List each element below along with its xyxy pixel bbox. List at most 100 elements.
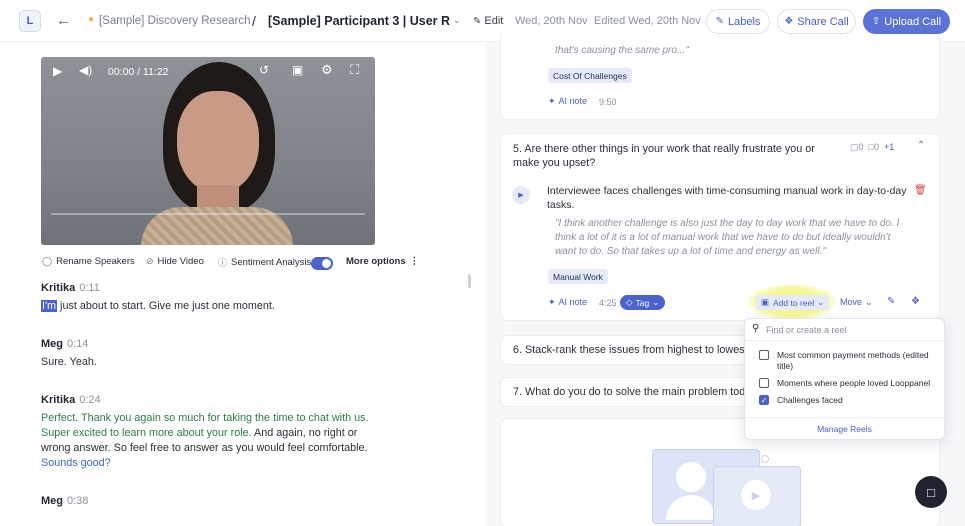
user-icon: ◯ (42, 256, 53, 266)
reel-option[interactable]: Moments where people loved Looppanel (759, 378, 930, 389)
timestamp[interactable]: 0:24 (79, 394, 100, 406)
fullscreen-icon[interactable]: ⛶ (350, 62, 359, 78)
transcript-segment: just about to start. Give me just one mo… (57, 300, 275, 312)
checkbox-checked[interactable]: ✓ (759, 395, 769, 405)
move-label: Move (840, 297, 863, 307)
add-to-reel-label: Add to reel (773, 297, 815, 308)
illustration-play-icon: ▶ (741, 480, 771, 510)
upload-icon: ⇧ (871, 16, 881, 27)
divider (744, 340, 945, 341)
comment-count: 0 (873, 142, 879, 152)
volume-icon[interactable]: ◀) (79, 63, 92, 77)
tag-chip[interactable]: Cost Of Challenges (548, 68, 632, 83)
upload-call-button[interactable]: ⇧ Upload Call (863, 9, 950, 34)
note-time[interactable]: 4:25 (599, 298, 617, 308)
ai-note-label: ✦ AI note (548, 297, 587, 308)
trash-icon[interactable]: 🗑 (914, 185, 927, 196)
ai-note-label: ✦ AI note (548, 96, 587, 107)
checkbox[interactable] (759, 378, 769, 388)
rename-speakers-button[interactable]: ◯ Rename Speakers (42, 256, 135, 267)
transcript-text[interactable]: I'm just about to start. Give me just on… (41, 299, 381, 314)
manage-reels-link[interactable]: Manage Reels (744, 424, 945, 434)
speaker-line: Meg 0:38 (41, 495, 88, 507)
illustration-person-head (676, 462, 706, 492)
tag-button-label: Tag (635, 297, 650, 308)
chevron-up-icon[interactable]: ⌃ (917, 140, 925, 151)
checkbox[interactable] (759, 350, 769, 360)
move-button[interactable]: Move ⌄ (840, 297, 873, 308)
question-segment: Sounds good? (41, 457, 111, 469)
play-icon: ▶ (518, 192, 524, 199)
timestamp[interactable]: 0:14 (67, 338, 88, 350)
chevron-down-icon[interactable]: ⌄ (453, 15, 461, 26)
more-options-button[interactable]: More options ⋮ (346, 256, 419, 267)
app-logo[interactable]: L (19, 10, 41, 32)
ai-note-text: AI note (558, 96, 588, 106)
sentiment-label: Sentiment Analysis (231, 257, 312, 268)
ai-note-text: AI note (558, 297, 588, 307)
arrow-left-icon[interactable]: ← (56, 12, 71, 29)
eye-off-icon: ⊘ (146, 256, 154, 266)
rename-label: Rename Speakers (56, 256, 135, 267)
play-clip-button[interactable]: ▶ (512, 186, 530, 204)
transcript-text[interactable]: Perfect. Thank you again so much for tak… (41, 411, 381, 471)
video-progress-bar[interactable] (51, 213, 365, 215)
play-icon[interactable]: ▶ (53, 64, 62, 78)
more-options-label: More options (346, 256, 406, 267)
tag-icon: ◇ (626, 297, 633, 307)
edit-label: Edit (484, 15, 504, 27)
call-title[interactable]: [Sample] Participant 3 | User Resea... (268, 14, 450, 28)
speaker-line: Meg 0:14 (41, 338, 88, 350)
transcript-text[interactable]: Sure. Yeah. (41, 355, 381, 370)
share-call-button[interactable]: ❖ Share Call (777, 9, 856, 34)
gear-icon[interactable]: ⚙ (321, 62, 333, 78)
share-icon[interactable]: ❖ (911, 296, 920, 307)
speaker-name[interactable]: Kritika (41, 394, 75, 406)
sparkle-icon: ✦ (548, 297, 556, 307)
illustration-dot (761, 455, 769, 463)
edit-button[interactable]: ✎ Edit (473, 15, 503, 27)
note-time[interactable]: 9:50 (599, 97, 617, 107)
chat-bubble-icon: □ (927, 484, 935, 500)
reel-option[interactable]: ✓ Challenges faced (759, 395, 843, 406)
speaker-name[interactable]: Kritika (41, 282, 75, 294)
picture-in-picture-icon[interactable]: ▣ (292, 63, 303, 77)
search-icon: ⚲ (752, 323, 760, 334)
note-quote: "I think another challenge is also just … (555, 218, 900, 257)
sentiment-toggle[interactable] (311, 257, 333, 270)
question-title[interactable]: 6. Stack-rank these issues from highest … (513, 344, 760, 356)
timestamp[interactable]: 0:38 (67, 495, 88, 507)
question-stats: ▢0 □0 +1 (850, 142, 894, 153)
edited-date: Edited Wed, 20th Nov (594, 15, 701, 27)
chevron-down-icon: ⌄ (652, 297, 660, 307)
reel-search-input[interactable] (766, 323, 934, 336)
labels-button[interactable]: ✎ Labels (706, 9, 770, 34)
upload-label: Upload Call (884, 15, 942, 28)
speaker-name[interactable]: Meg (41, 495, 63, 507)
pencil-icon[interactable]: ✎ (887, 296, 895, 307)
tag-button[interactable]: ◇ Tag ⌄ (620, 295, 666, 310)
timestamp[interactable]: 0:11 (79, 282, 100, 294)
share-icon: ❖ (784, 16, 794, 27)
call-date: Wed, 20th Nov (515, 15, 588, 27)
ai-count: +1 (884, 142, 895, 152)
breadcrumb-separator: / (252, 13, 256, 29)
breadcrumb-project[interactable]: [Sample] Discovery Research (99, 15, 250, 27)
highlighted-word[interactable]: I'm (41, 300, 58, 312)
hide-video-button[interactable]: ⊘ Hide Video (146, 256, 204, 267)
lightbulb-icon: ● (88, 14, 95, 25)
tag-chip[interactable]: Manual Work (548, 269, 608, 284)
reel-option[interactable]: Most common payment methods (edited titl… (759, 350, 929, 372)
add-to-reel-button[interactable]: ▣ Add to reel ⌄ (756, 295, 830, 310)
note-summary[interactable]: Interviewee faces challenges with time-c… (547, 184, 907, 212)
video-player[interactable]: ▶ ◀) 00:00 / 11:22 ↺ ▣ ⚙ ⛶ (41, 57, 375, 245)
scrollbar-thumb[interactable] (468, 274, 471, 288)
question-title[interactable]: 5. Are there other things in your work t… (513, 142, 835, 170)
reel-icon: ▣ (761, 297, 770, 307)
chat-support-button[interactable]: □ (915, 476, 947, 508)
chevron-down-icon: ⌄ (865, 297, 873, 307)
chevron-down-icon: ⌄ (817, 297, 825, 307)
question-title[interactable]: 7. What do you do to solve the main prob… (513, 386, 763, 398)
rewind-10-icon[interactable]: ↺ (259, 63, 269, 77)
speaker-name[interactable]: Meg (41, 338, 63, 350)
